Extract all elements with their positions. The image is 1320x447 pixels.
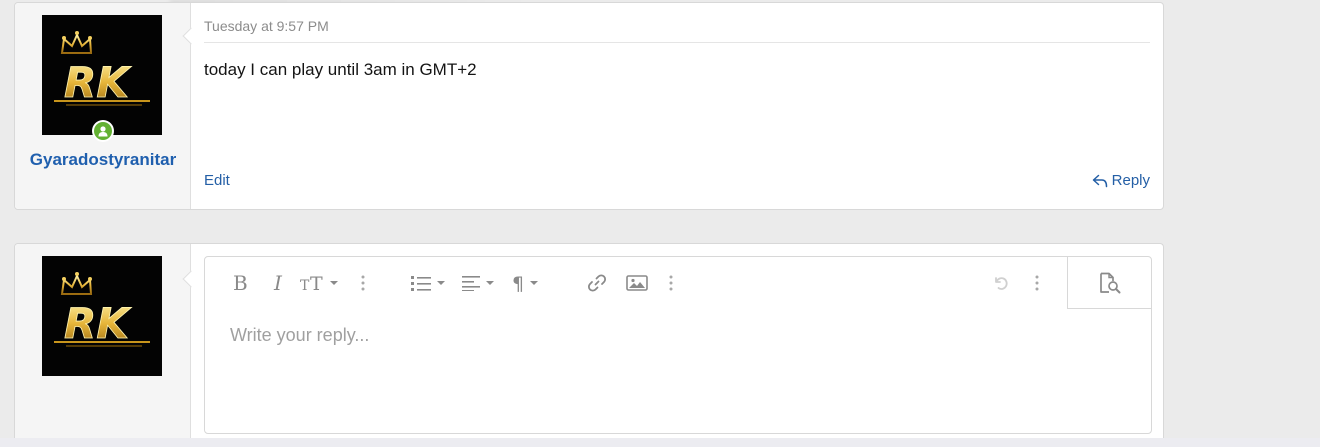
bottom-bar bbox=[0, 438, 1320, 447]
quick-reply-block: RK B I TT ¶ Write your reply... bbox=[14, 243, 1164, 447]
image-icon[interactable] bbox=[625, 257, 649, 309]
reply-user-panel: RK bbox=[15, 244, 191, 447]
italic-icon[interactable]: I bbox=[269, 257, 291, 309]
list-icon[interactable] bbox=[410, 257, 450, 309]
rk-logo-icon: RK bbox=[42, 256, 162, 376]
svg-text:¶: ¶ bbox=[512, 273, 524, 293]
avatar-text: RK bbox=[64, 299, 132, 348]
link-icon[interactable] bbox=[585, 257, 609, 309]
reply-button[interactable]: Reply bbox=[1092, 172, 1150, 189]
message-post: RK Gyaradostyranitar Tuesday at 9:57 PM … bbox=[14, 2, 1164, 210]
post-user-panel: RK Gyaradostyranitar bbox=[15, 3, 191, 209]
avatar[interactable]: RK bbox=[42, 15, 162, 135]
post-timestamp[interactable]: Tuesday at 9:57 PM bbox=[204, 3, 1150, 43]
online-status-badge bbox=[92, 120, 114, 142]
text-size-icon[interactable]: TT bbox=[299, 257, 343, 309]
avatar-text: RK bbox=[64, 58, 132, 107]
edit-label: Edit bbox=[204, 172, 230, 189]
preview-button[interactable] bbox=[1067, 257, 1151, 309]
post-actions: Edit Reply bbox=[204, 172, 1150, 189]
reply-main: B I TT ¶ Write your reply... bbox=[191, 244, 1163, 447]
svg-text:B: B bbox=[233, 273, 248, 293]
more-options-icon[interactable] bbox=[663, 257, 679, 309]
reply-editor[interactable]: B I TT ¶ Write your reply... bbox=[204, 256, 1152, 434]
preview-icon bbox=[1099, 272, 1120, 293]
post-main: Tuesday at 9:57 PM today I can play unti… bbox=[191, 3, 1163, 209]
paragraph-icon[interactable]: ¶ bbox=[511, 257, 549, 309]
edit-link[interactable]: Edit bbox=[204, 172, 230, 189]
reply-input[interactable]: Write your reply... bbox=[230, 325, 369, 346]
reply-label: Reply bbox=[1111, 172, 1150, 189]
bold-icon[interactable]: B bbox=[229, 257, 251, 309]
avatar[interactable]: RK bbox=[42, 256, 162, 376]
svg-text:T: T bbox=[310, 273, 323, 293]
svg-text:T: T bbox=[300, 278, 310, 293]
post-message: today I can play until 3am in GMT+2 bbox=[204, 60, 477, 79]
svg-text:I: I bbox=[273, 273, 283, 293]
rk-logo-icon: RK bbox=[42, 15, 162, 135]
undo-icon[interactable] bbox=[989, 257, 1013, 309]
username-link[interactable]: Gyaradostyranitar bbox=[15, 146, 191, 173]
editor-toolbar: B I TT ¶ bbox=[205, 257, 1151, 309]
align-icon[interactable] bbox=[461, 257, 501, 309]
reply-icon bbox=[1092, 174, 1107, 187]
user-online-icon bbox=[94, 122, 112, 140]
more-options-icon[interactable] bbox=[1029, 257, 1045, 309]
more-options-icon[interactable] bbox=[355, 257, 371, 309]
